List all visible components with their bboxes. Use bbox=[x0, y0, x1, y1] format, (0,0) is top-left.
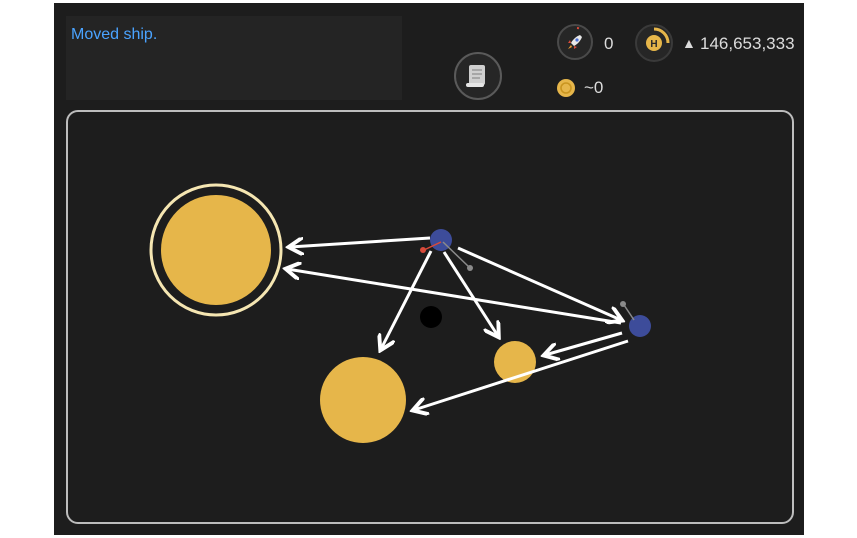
game-window: Moved ship. 0 H ▲ 146,653,333 ~0 bbox=[54, 3, 804, 535]
ship-1-marker-red bbox=[420, 247, 426, 253]
arrow-ship2-to-small bbox=[545, 331, 623, 355]
board-scene bbox=[149, 183, 651, 443]
arrow-ship1-to-lower bbox=[381, 250, 433, 349]
arrow-ship1-to-home bbox=[290, 236, 431, 247]
home-planet[interactable] bbox=[161, 195, 271, 305]
ship-2-tail bbox=[623, 304, 635, 321]
ship-2-marker-grey bbox=[620, 301, 626, 307]
arrow-ship2-to-home bbox=[287, 269, 622, 325]
planet-lower-left[interactable] bbox=[320, 357, 406, 443]
black-hole bbox=[420, 306, 442, 328]
arrow-ship1-to-small bbox=[442, 251, 498, 336]
ship-1-marker-grey bbox=[467, 265, 473, 271]
